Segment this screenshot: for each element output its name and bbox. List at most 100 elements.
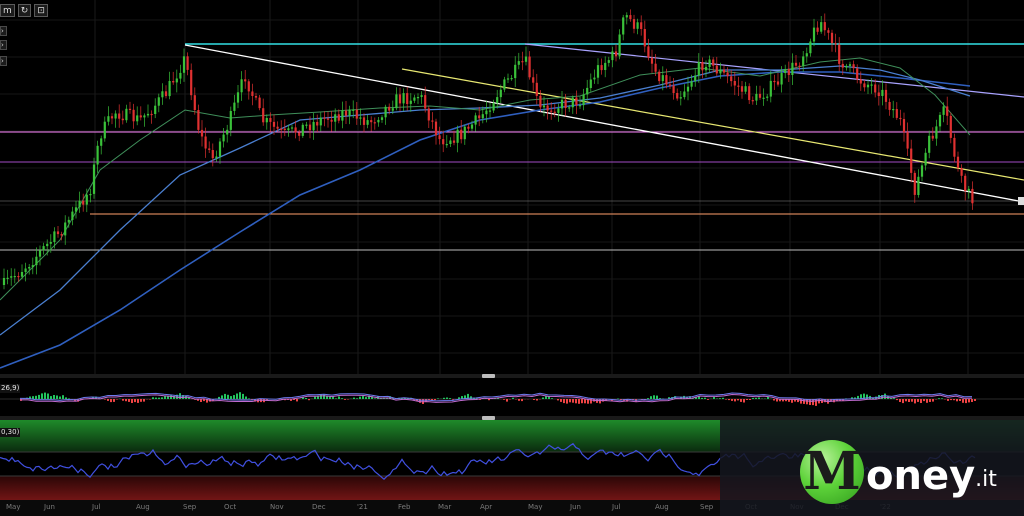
macd-histogram-bar [227,394,229,399]
candle-body [683,91,686,98]
macd-histogram-bar [122,399,124,401]
candle-body [913,172,916,195]
candle-body [953,137,956,157]
candle-body [715,65,718,74]
logo-m-circle: M [800,440,864,504]
candle-body [938,114,942,127]
macd-histogram-bar [41,393,43,399]
price-chart-pane[interactable]: m ↻ ⊡ › › › [0,0,1024,374]
candle-body [679,97,682,99]
candle-body [726,72,729,77]
macd-histogram-bar [308,399,310,401]
candle-body [964,175,967,191]
candle-body [629,15,632,20]
price-chart-svg[interactable] [0,0,1024,374]
candle-body [125,108,128,121]
x-axis-label: Dec [312,503,326,511]
candle-body [787,69,790,75]
macd-histogram-bar [923,399,925,402]
toggle-indicator-1-icon[interactable]: › [0,26,7,36]
candle-body [892,109,895,111]
macd-histogram-bar [221,395,223,399]
macd-histogram-bar [128,399,130,402]
macd-histogram-bar [56,395,58,399]
candle-body [794,62,798,66]
timeframe-button[interactable]: m [0,4,15,17]
candle-body [150,113,153,116]
macd-histogram-bar [893,398,895,399]
candle-body [319,117,322,126]
candle-body [888,102,891,110]
candle-body [539,95,542,108]
candle-body [521,61,524,63]
toggle-indicator-2-icon[interactable]: › [0,40,7,50]
macd-histogram-bar [443,397,445,399]
candle-body [719,69,722,74]
candle-body [866,84,870,88]
candle-body [874,84,877,93]
toggle-indicator-3-icon[interactable]: › [0,56,7,66]
macd-histogram-bar [362,396,364,399]
candle-body [618,34,621,57]
money-it-logo: M oney .it [800,432,997,504]
candle-body [262,108,265,123]
candle-body [870,84,873,86]
candle-body [82,200,85,205]
candle-body [672,85,675,93]
macd-histogram-bar [338,396,340,399]
candle-body [622,17,625,35]
x-axis-label: Sep [700,503,714,511]
refresh-icon[interactable]: ↻ [17,4,32,17]
candle-body [784,69,787,73]
candle-body [766,96,769,98]
candle-body [694,75,697,82]
candle-body [42,246,45,251]
candle-body [737,85,740,87]
candle-body [323,117,326,119]
candle-body [474,115,477,125]
candle-body [463,126,466,140]
candle-body [456,129,459,143]
candle-body [251,91,254,96]
candle-body [924,152,927,166]
candle-body [514,64,517,79]
candle-body [355,109,358,119]
macd-histogram-bar [449,398,451,399]
candle-body [384,106,387,118]
candle-body [956,156,960,168]
macd-pane[interactable]: 26,9) [0,378,1024,416]
candle-body [362,117,366,125]
candle-body [499,89,502,98]
macd-histogram-bar [899,399,901,402]
candle-body [334,114,337,122]
candle-body [247,81,250,92]
screen-icon[interactable]: ⊡ [34,4,48,17]
macd-histogram-bar [356,398,358,399]
candle-body [560,99,564,109]
candle-body [136,115,139,122]
candle-body [582,94,585,106]
candle-body [280,128,283,130]
macd-histogram-bar [374,398,376,399]
candle-body [406,93,409,104]
candle-body [344,110,348,116]
logo-tld: .it [975,467,997,492]
macd-histogram-bar [536,399,538,401]
candle-body [686,86,690,92]
candle-body [910,148,913,173]
x-axis-label: '21 [357,503,368,511]
candle-body [740,86,744,92]
macd-histogram-bar [365,397,367,399]
macd-histogram-bar [107,399,109,401]
candle-body [532,77,535,83]
candle-body [780,73,783,85]
candle-body [409,100,412,104]
candle-body [935,126,938,139]
candle-body [391,108,394,111]
candle-body [852,64,855,69]
candle-body [71,211,74,220]
candle-body [132,109,135,122]
candle-body [899,117,902,120]
macd-histogram-bar [542,397,544,399]
macd-histogram-bar [956,399,958,402]
